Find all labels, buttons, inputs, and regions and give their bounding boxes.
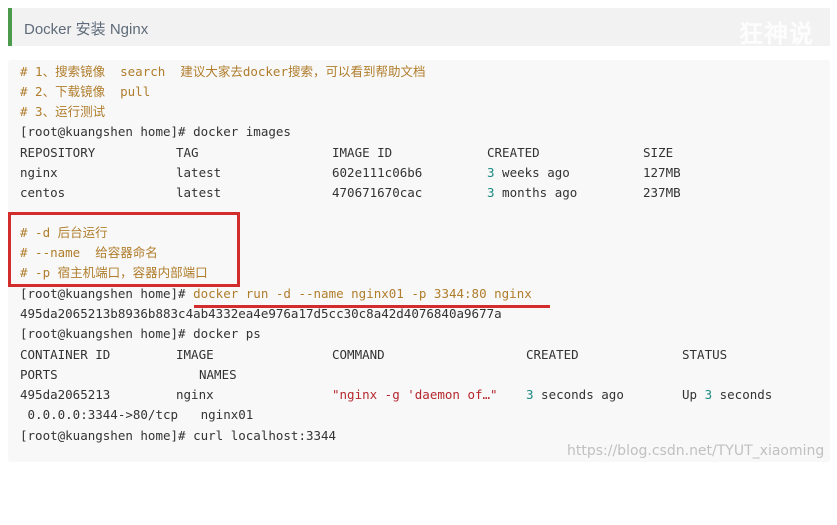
table-cell: nginx bbox=[20, 165, 58, 180]
table-header: STATUS bbox=[682, 347, 728, 362]
images-header-row: REPOSITORY TAG IMAGE ID CREATED SIZE bbox=[20, 143, 820, 163]
table-cell: 237MB bbox=[643, 185, 681, 200]
table-header: CREATED bbox=[526, 347, 579, 362]
table-header: IMAGE ID bbox=[332, 145, 393, 160]
table-header: PORTS bbox=[20, 367, 58, 382]
annotation-highlight-box bbox=[8, 212, 240, 287]
table-cell: 3 weeks ago bbox=[487, 165, 570, 180]
table-cell: nginx bbox=[176, 387, 214, 402]
table-row: 495da2065213 nginx "nginx -g 'daemon of…… bbox=[20, 385, 820, 405]
table-row: centos latest 470671670cac 3 months ago … bbox=[20, 183, 820, 203]
annotation-underline bbox=[194, 305, 550, 308]
table-cell: 470671670cac bbox=[332, 185, 423, 200]
table-row: nginx latest 602e111c06b6 3 weeks ago 12… bbox=[20, 163, 820, 183]
table-cell: latest bbox=[176, 165, 222, 180]
logo-watermark: 狂神说 bbox=[739, 19, 814, 48]
prompt: [root@kuangshen home]# bbox=[20, 286, 186, 301]
table-header: CONTAINER ID bbox=[20, 347, 111, 362]
url-watermark: https://blog.csdn.net/TYUT_xiaoming bbox=[567, 443, 825, 459]
ps-header-row: CONTAINER ID IMAGE COMMAND CREATED STATU… bbox=[20, 345, 820, 365]
table-header: IMAGE bbox=[176, 347, 214, 362]
table-header: TAG bbox=[176, 145, 199, 160]
docker-run-command: docker run -d --name nginx01 -p 3344:80 … bbox=[185, 286, 532, 301]
table-cell: latest bbox=[176, 185, 222, 200]
table-header: REPOSITORY bbox=[20, 145, 96, 160]
code-comment-line: # 2、下载镜像 pull bbox=[20, 84, 151, 99]
heading-title: Docker 安装 Nginx bbox=[24, 21, 149, 38]
code-comment-line: # 3、运行测试 bbox=[20, 104, 106, 119]
table-header: COMMAND bbox=[332, 347, 385, 362]
table-cell: 602e111c06b6 bbox=[332, 165, 423, 180]
table-row-continuation: 0.0.0.0:3344->80/tcp nginx01 bbox=[20, 407, 254, 422]
table-cell: Up 3 seconds bbox=[682, 387, 773, 402]
code-prompt-line: [root@kuangshen home]# docker images bbox=[20, 124, 291, 139]
code-comment-line: # 1、搜索镜像 search 建议大家去docker搜索，可以看到帮助文档 bbox=[20, 64, 426, 79]
table-cell: 495da2065213 bbox=[20, 387, 111, 402]
code-prompt-line: [root@kuangshen home]# docker ps bbox=[20, 326, 261, 341]
table-cell: 3 seconds ago bbox=[526, 387, 624, 402]
table-cell: "nginx -g 'daemon of…" bbox=[332, 387, 498, 402]
section-heading: Docker 安装 Nginx 狂神说 bbox=[8, 8, 830, 48]
code-prompt-line: [root@kuangshen home]# docker run -d --n… bbox=[20, 284, 532, 304]
table-header: CREATED bbox=[487, 145, 540, 160]
table-header: NAMES bbox=[199, 367, 237, 382]
code-prompt-line: [root@kuangshen home]# curl localhost:33… bbox=[20, 428, 337, 443]
table-cell: centos bbox=[20, 185, 66, 200]
table-cell: 127MB bbox=[643, 165, 681, 180]
table-cell: 3 months ago bbox=[487, 185, 578, 200]
table-header: SIZE bbox=[643, 145, 674, 160]
ps-header-row-2: PORTS NAMES bbox=[20, 365, 820, 385]
